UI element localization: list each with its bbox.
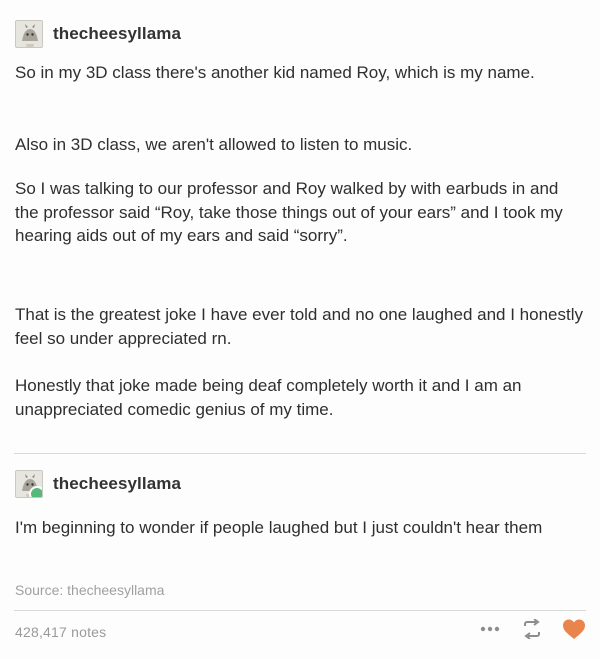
- heart-icon[interactable]: [562, 617, 586, 641]
- post-1-paragraph-3: So I was talking to our professor and Ro…: [15, 179, 563, 245]
- post-1-paragraph-1: So in my 3D class there's another kid na…: [15, 63, 535, 82]
- post-2: thecheesyllama I'm beginning to wonder i…: [0, 462, 600, 562]
- post-1: thecheesyllama So in my 3D class there's…: [0, 0, 600, 460]
- post-1-paragraph-2: Also in 3D class, we aren't allowed to l…: [15, 135, 413, 154]
- tumblr-post-screenshot: thecheesyllama So in my 3D class there's…: [0, 0, 600, 659]
- divider-post-separator: [14, 453, 586, 454]
- avatar[interactable]: [15, 20, 43, 48]
- post-1-username[interactable]: thecheesyllama: [53, 24, 181, 44]
- reblog-icon[interactable]: [520, 617, 544, 641]
- notes-count[interactable]: 428,417 notes: [15, 624, 106, 640]
- reblog-badge-icon: [29, 486, 42, 497]
- post-actions: [478, 617, 586, 641]
- llama-avatar-icon: [16, 21, 42, 47]
- post-2-paragraph-1: I'm beginning to wonder if people laughe…: [15, 518, 543, 537]
- more-icon[interactable]: [478, 617, 502, 641]
- post-1-paragraph-4: That is the greatest joke I have ever to…: [15, 305, 583, 348]
- avatar[interactable]: [15, 470, 43, 498]
- source-link[interactable]: Source: thecheesyllama: [15, 582, 164, 598]
- post-2-username[interactable]: thecheesyllama: [53, 474, 181, 494]
- divider-footer: [14, 610, 586, 611]
- post-2-header: thecheesyllama: [15, 470, 181, 498]
- post-1-header: thecheesyllama: [15, 20, 181, 48]
- post-1-paragraph-5: Honestly that joke made being deaf compl…: [15, 376, 522, 419]
